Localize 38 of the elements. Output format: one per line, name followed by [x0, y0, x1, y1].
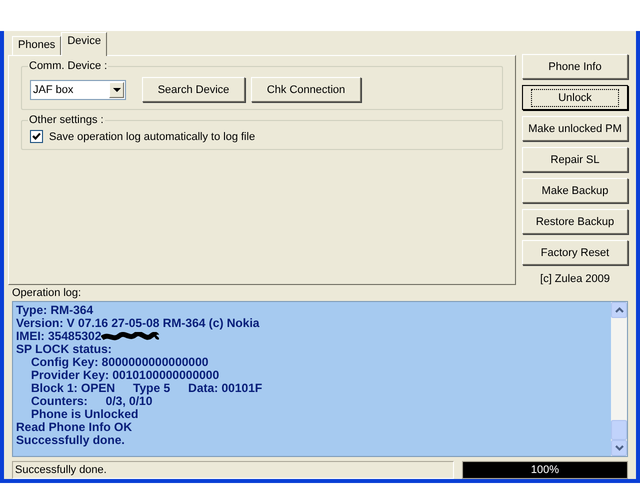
checkbox[interactable]: [30, 130, 43, 143]
log-text: Version: V 07.16 27-05-08 RM-364 (c) Nokia: [16, 317, 260, 330]
scroll-thumb[interactable]: [611, 420, 627, 440]
log-text: Block 1: OPEN: [31, 382, 116, 395]
progress-reading: 100%: [530, 464, 560, 476]
device-dropdown[interactable]: JAF box: [30, 80, 126, 100]
log-label: Operation log:: [12, 287, 82, 299]
scrollbar[interactable]: [611, 302, 627, 456]
log-text: Data: 00101F: [188, 382, 262, 395]
log-text: Type: RM-364: [16, 304, 94, 317]
group-label: Other settings :: [28, 114, 105, 126]
scroll-down-icon[interactable]: [611, 440, 627, 456]
log-text: Counters:: [31, 395, 88, 408]
scroll-up-icon[interactable]: [611, 302, 627, 318]
group-label: Comm. Device :: [28, 60, 108, 72]
action-button[interactable]: Factory Reset: [522, 240, 628, 265]
action-button[interactable]: Repair SL: [522, 147, 628, 172]
action-button[interactable]: Phone Info: [522, 54, 628, 79]
log-text: Type 5: [133, 382, 170, 395]
checkbox-label[interactable]: Save operation log automatically to log file: [49, 130, 256, 142]
log-text: Config Key: 8000000000000000: [31, 356, 208, 369]
action-button[interactable]: Restore Backup: [522, 209, 628, 234]
copyright-text: [c] Zulea 2009: [540, 273, 610, 285]
tab[interactable]: Phones: [12, 36, 62, 56]
action-button[interactable]: Make unlocked PM: [522, 116, 628, 141]
log-text: IMEI: 35485302: [16, 330, 102, 343]
log-text: Successfully done.: [16, 434, 125, 447]
device-button[interactable]: Chk Connection: [251, 77, 361, 102]
log-text: SP LOCK status:: [16, 343, 112, 356]
log-text: Read Phone Info OK: [16, 421, 132, 434]
log-text: Provider Key: 0010100000000000: [31, 369, 220, 382]
status-text: Successfully done.: [12, 461, 454, 479]
action-button[interactable]: Make Backup: [522, 178, 628, 203]
tab[interactable]: Device: [61, 32, 107, 56]
log-text: Phone is Unlocked: [31, 408, 138, 421]
action-button[interactable]: Unlock: [522, 85, 628, 110]
device-button[interactable]: Search Device: [142, 77, 245, 102]
log-text: 0/3, 0/10: [106, 395, 152, 408]
